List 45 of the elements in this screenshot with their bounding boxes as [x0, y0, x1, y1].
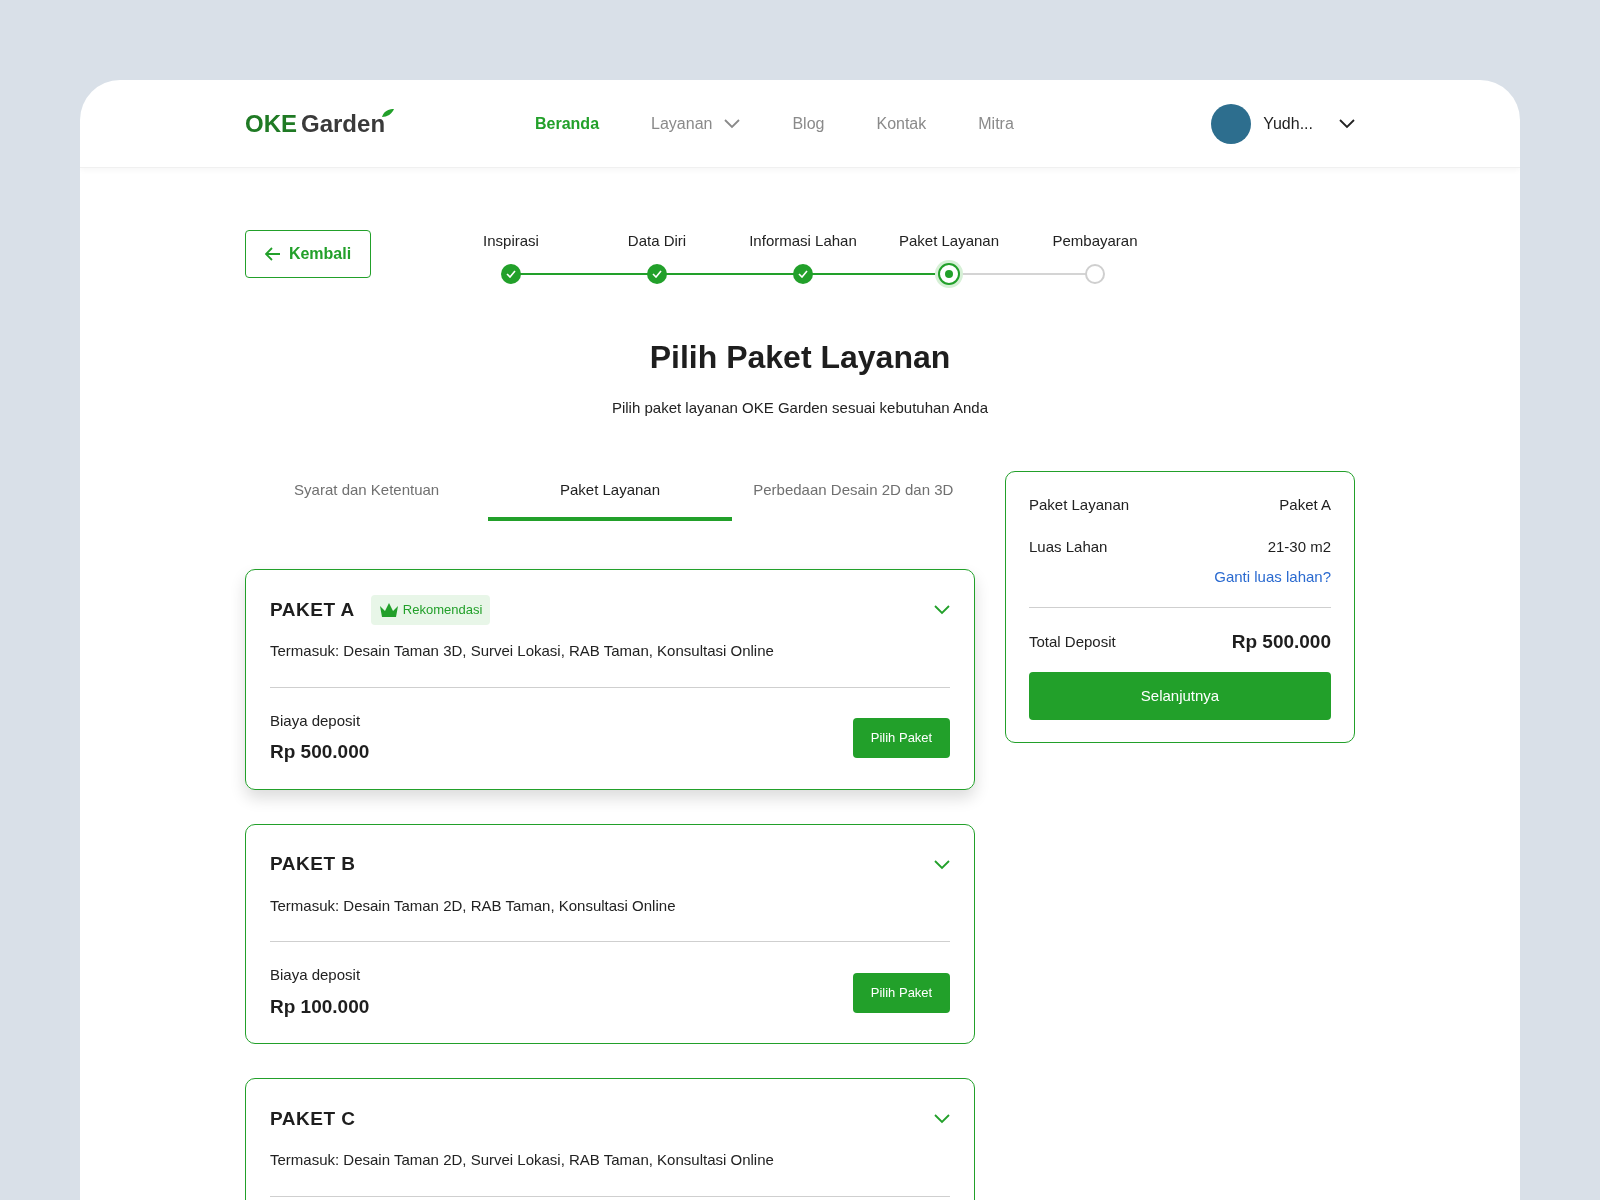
tab[interactable]: Syarat dan Ketentuan [245, 463, 489, 521]
package-name: PAKET C [270, 1106, 356, 1131]
step-label: Paket Layanan [898, 231, 1000, 251]
nav-link[interactable]: Blog [792, 111, 825, 136]
price-label: Biaya deposit [270, 965, 362, 985]
crown-icon [378, 602, 399, 618]
step-label: Informasi Lahan [749, 231, 857, 251]
nav-link[interactable]: Kontak [876, 111, 927, 136]
summary-label: Luas Lahan [1029, 536, 1108, 557]
select-package-button[interactable]: Pilih Paket [853, 972, 950, 1013]
package-includes: Termasuk: Desain Taman 2D, RAB Taman, Konsultasi Online [270, 895, 677, 916]
page-subtitle: Pilih paket layanan OKE Garden sesuai kebutuhan Anda [610, 397, 990, 418]
step-label: Inspirasi [483, 231, 539, 251]
summary-value: 21-30 m2 [1267, 536, 1331, 557]
nav-link[interactable]: Mitra [978, 111, 1014, 136]
logo-text: OKE [245, 108, 297, 139]
price-label: Biaya deposit [270, 710, 362, 731]
next-button[interactable]: Selanjutnya [1029, 672, 1331, 720]
avatar [1211, 103, 1252, 144]
nav-link[interactable]: Layanan [651, 111, 741, 136]
tab[interactable]: Paket Layanan [488, 463, 732, 521]
summary-label: Paket Layanan [1029, 495, 1130, 515]
recommended-badge: Rekomendasi [370, 595, 491, 625]
package-includes: Termasuk: Desain Taman 3D, Survei Lokasi, RAB Taman, Konsultasi Online [270, 641, 775, 661]
select-package-button[interactable]: Pilih Paket [853, 718, 950, 758]
package-includes: Termasuk: Desain Taman 2D, Survei Lokasi, RAB Taman, Konsultasi Online [270, 1150, 775, 1170]
total-label: Total Deposit [1029, 631, 1116, 652]
price-value: Rp 100.000 [270, 994, 370, 1019]
chevron-down-icon[interactable] [1339, 118, 1355, 129]
tab[interactable]: Perbedaan Desain 2D dan 3D [731, 463, 975, 521]
chevron-down-icon [724, 118, 741, 129]
package-name: PAKET B [270, 852, 356, 877]
price-value: Rp 500.000 [270, 740, 370, 764]
arrow-left-icon [264, 247, 281, 261]
user-name: Yudh... [1263, 113, 1313, 134]
logo-text: Garden [301, 108, 386, 139]
step-label: Pembayaran [1052, 231, 1138, 251]
step-label: Data Diri [627, 231, 687, 251]
change-area-link[interactable]: Ganti luas lahan? [1214, 566, 1331, 589]
package-name: PAKET A [270, 597, 355, 622]
total-value: Rp 500.000 [1231, 629, 1331, 654]
summary-value: Paket A [1279, 495, 1331, 515]
page-title: Pilih Paket Layanan [648, 337, 952, 377]
nav-link[interactable]: Beranda [535, 111, 600, 136]
back-button[interactable]: Kembali [245, 230, 371, 278]
